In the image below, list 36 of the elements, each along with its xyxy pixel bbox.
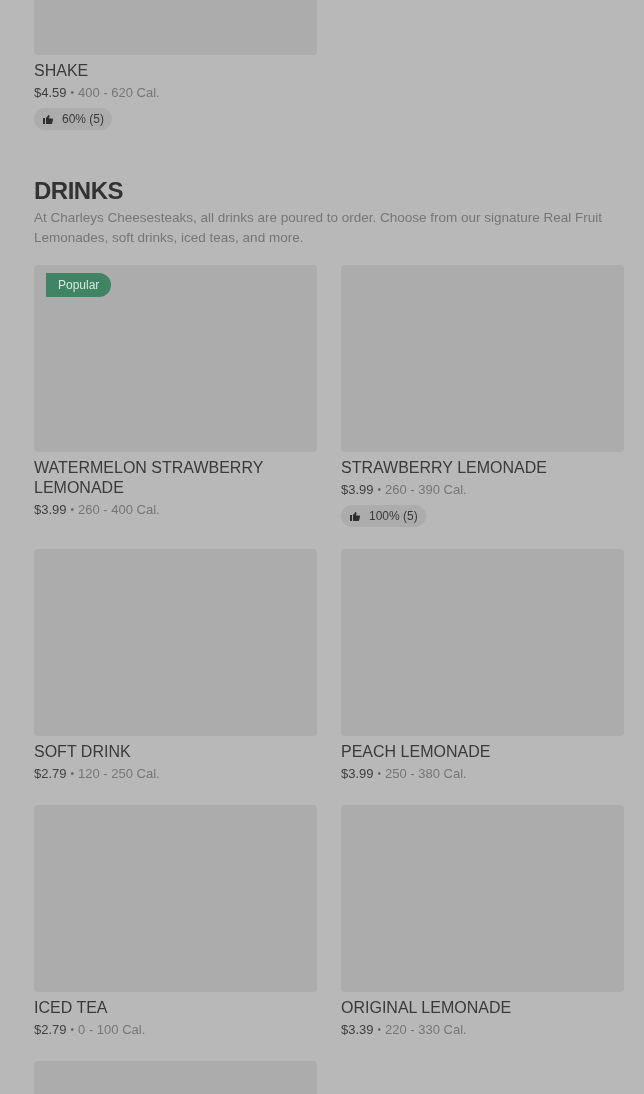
item-price: $2.79 [34, 1021, 67, 1039]
item-price: $3.99 [341, 765, 374, 783]
rating-text: 60% (5) [62, 111, 105, 128]
item-title: SOFT DRINK [34, 742, 132, 762]
item-title: ORIGINAL LEMONADE [341, 998, 513, 1018]
rating-text: 100% (5) [369, 508, 418, 525]
item-calories: 260 - 390 Cal. [385, 481, 467, 499]
item-title: STRAWBERRY LEMONADE [341, 458, 548, 478]
item-title: ICED TEA [34, 998, 109, 1018]
section-title: DRINKS [34, 176, 124, 206]
item-calories: 0 - 100 Cal. [78, 1021, 146, 1039]
item-title: WATERMELON STRAWBERRY LEMONADE [34, 458, 265, 498]
item-title: SHAKE [34, 61, 90, 81]
image-placeholder[interactable]: Popular [34, 265, 317, 452]
item-price: $2.79 [34, 765, 67, 783]
item-price: $3.99 [34, 501, 67, 519]
item-price: $3.99 [341, 481, 374, 499]
thumbs-up-icon [42, 113, 54, 125]
separator-dot: • [377, 1023, 382, 1037]
separator-dot: • [70, 767, 75, 781]
item-calories: 220 - 330 Cal. [385, 1021, 467, 1039]
separator-dot: • [70, 86, 75, 100]
item-price: $4.59 [34, 84, 67, 102]
item-calories: 400 - 620 Cal. [78, 84, 160, 102]
item-title: PEACH LEMONADE [341, 742, 492, 762]
section-description: At Charleys Cheesesteaks, all drinks are poured to order. Choose from our signature Real Fruit Lemonades, soft drinks, iced teas, and more. [34, 209, 604, 247]
separator-dot: • [70, 1023, 75, 1037]
thumbs-up-icon [349, 510, 361, 522]
separator-dot: • [377, 767, 382, 781]
item-calories: 250 - 380 Cal. [385, 765, 467, 783]
separator-dot: • [70, 503, 75, 517]
popular-badge: Popular [46, 273, 112, 297]
item-calories: 120 - 250 Cal. [78, 765, 160, 783]
item-price: $3.39 [341, 1021, 374, 1039]
separator-dot: • [377, 483, 382, 497]
item-calories: 260 - 400 Cal. [78, 501, 160, 519]
